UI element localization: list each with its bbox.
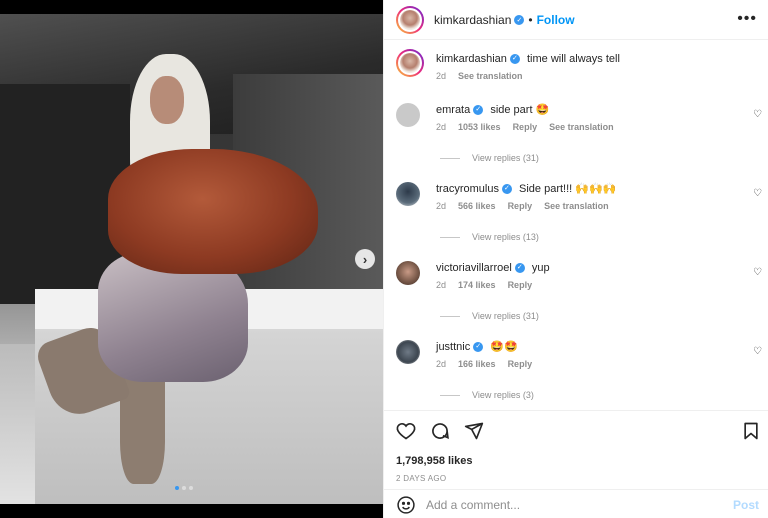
comment-likes[interactable]: 566 likes <box>458 201 496 211</box>
comment-text: side part 🤩 <box>490 104 550 116</box>
verified-icon: ✓ <box>501 184 512 195</box>
post-panel: kimkardashian ✓ • Follow ••• kimkardashia… <box>383 0 768 518</box>
see-translation-button[interactable]: See translation <box>549 122 614 132</box>
post-caption: kimkardashian ✓ time will always tell 2d S… <box>396 49 620 81</box>
comment-avatar[interactable] <box>396 340 420 364</box>
view-replies-button[interactable]: View replies (13) <box>440 232 539 242</box>
comment-likes[interactable]: 1053 likes <box>458 122 501 132</box>
comment-input[interactable] <box>426 497 716 512</box>
likes-count[interactable]: 1,798,958 likes <box>396 455 472 467</box>
comment-composer: Post <box>384 489 768 518</box>
reply-button[interactable]: Reply <box>508 359 533 369</box>
carousel-next-button[interactable]: › <box>355 249 375 269</box>
more-options-icon[interactable]: ••• <box>737 10 757 28</box>
carousel-dot <box>182 486 186 490</box>
bookmark-icon[interactable] <box>741 421 761 441</box>
post-photo <box>0 14 383 504</box>
reply-button[interactable]: Reply <box>513 122 538 132</box>
comment-avatar[interactable] <box>396 103 420 127</box>
view-replies-button[interactable]: View replies (31) <box>440 311 539 321</box>
comment-avatar[interactable] <box>396 182 420 206</box>
comment-icon[interactable] <box>430 421 450 441</box>
post-media: › <box>0 0 383 518</box>
view-replies-button[interactable]: View replies (3) <box>440 390 534 400</box>
carousel-dot <box>189 486 193 490</box>
comment-avatar[interactable] <box>396 261 420 285</box>
comment-age: 2d <box>436 359 447 369</box>
carousel-dots <box>175 486 193 490</box>
post-header: kimkardashian ✓ • Follow ••• <box>384 0 768 40</box>
comment-age: 2d <box>436 201 447 211</box>
comment-like-heart-icon[interactable]: ♡ <box>753 109 762 120</box>
comment-text: 🤩🤩 <box>490 341 518 353</box>
comment-like-heart-icon[interactable]: ♡ <box>753 267 762 278</box>
see-translation-button[interactable]: See translation <box>544 201 609 211</box>
author-avatar[interactable] <box>396 5 424 34</box>
like-heart-icon[interactable] <box>396 421 416 441</box>
author-username[interactable]: kimkardashian ✓ <box>434 13 525 27</box>
comment-like-heart-icon[interactable]: ♡ <box>753 188 762 199</box>
comment-text: yup <box>531 262 550 274</box>
post-actions: 1,798,958 likes 2 DAYS AGO Post <box>384 410 768 518</box>
carousel-dot-active <box>175 486 179 490</box>
verified-icon: ✓ <box>509 54 520 65</box>
comment-item: victoriavillarroel ✓ yup 2d 174 likes Reply… <box>396 261 766 290</box>
verified-icon: ✓ <box>514 15 525 26</box>
comment-username[interactable]: justtnic ✓ <box>436 341 484 353</box>
caption-see-translation[interactable]: See translation <box>458 71 523 81</box>
comment-item: emrata ✓ side part 🤩 2d 1053 likes Reply See… <box>396 103 766 132</box>
comment-like-heart-icon[interactable]: ♡ <box>753 346 762 357</box>
share-icon[interactable] <box>464 421 484 441</box>
comment-text: Side part!!! 🙌🙌🙌 <box>519 183 617 195</box>
comment-username[interactable]: victoriavillarroel ✓ <box>436 262 525 274</box>
comment-username[interactable]: emrata ✓ <box>436 104 484 116</box>
view-replies-button[interactable]: View replies (31) <box>440 153 539 163</box>
emoji-icon[interactable] <box>396 495 416 515</box>
comment-age: 2d <box>436 280 447 290</box>
verified-icon: ✓ <box>473 342 484 353</box>
caption-avatar[interactable] <box>396 49 424 77</box>
caption-username[interactable]: kimkardashian ✓ <box>436 53 520 65</box>
comment-item: justtnic ✓ 🤩🤩 2d 166 likes Reply ♡ <box>396 340 766 369</box>
caption-text: time will always tell <box>526 53 620 65</box>
verified-icon: ✓ <box>473 105 484 116</box>
reply-button[interactable]: Reply <box>508 201 533 211</box>
comment-username[interactable]: tracyromulus ✓ <box>436 183 512 195</box>
comment-likes[interactable]: 166 likes <box>458 359 496 369</box>
post-timestamp: 2 DAYS AGO <box>396 474 447 483</box>
post-comment-button[interactable]: Post <box>733 498 759 512</box>
follow-button[interactable]: Follow <box>537 13 575 27</box>
comment-age: 2d <box>436 122 447 132</box>
comment-likes[interactable]: 174 likes <box>458 280 496 290</box>
verified-icon: ✓ <box>514 263 525 274</box>
comments-list: kimkardashian ✓ time will always tell 2d S… <box>384 41 768 409</box>
caption-age: 2d <box>436 71 447 81</box>
reply-button[interactable]: Reply <box>508 280 533 290</box>
comment-item: tracyromulus ✓ Side part!!! 🙌🙌🙌 2d 566 lik… <box>396 182 766 211</box>
